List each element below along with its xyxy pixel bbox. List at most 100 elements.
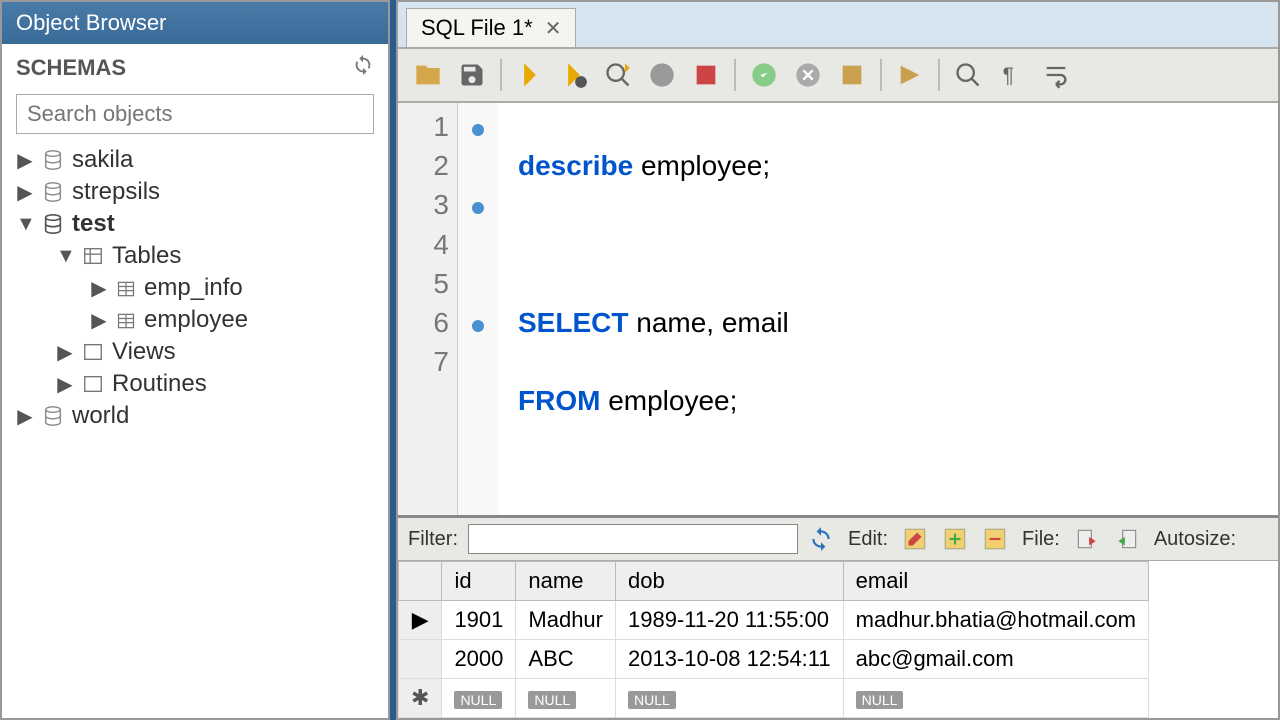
stop-button[interactable] xyxy=(642,55,682,95)
results-panel: Filter: Edit: File: Autosize: id name do… xyxy=(398,515,1278,718)
cell-null[interactable]: NULL xyxy=(442,679,516,718)
schema-strepsils[interactable]: ▶ strepsils xyxy=(16,176,388,208)
table-label: emp_info xyxy=(144,274,243,302)
expand-icon[interactable]: ▶ xyxy=(16,404,34,429)
null-badge: NULL xyxy=(454,691,502,709)
keyword: SELECT xyxy=(518,307,628,338)
invisible-chars-button[interactable]: ¶ xyxy=(992,55,1032,95)
expand-icon[interactable]: ▶ xyxy=(16,180,34,205)
expand-icon[interactable]: ▶ xyxy=(16,148,34,173)
keyword: FROM xyxy=(518,385,600,416)
expand-icon[interactable]: ▶ xyxy=(56,372,74,397)
file-label: File: xyxy=(1018,528,1064,551)
edit-row-button[interactable] xyxy=(898,522,932,556)
schema-test[interactable]: ▼ test xyxy=(16,208,388,240)
null-badge: NULL xyxy=(628,691,676,709)
search-objects-input[interactable] xyxy=(16,94,374,134)
cell-email[interactable]: abc@gmail.com xyxy=(843,640,1148,679)
data-row[interactable]: ▶ 1901 Madhur 1989-11-20 11:55:00 madhur… xyxy=(399,601,1149,640)
cell-id[interactable]: 2000 xyxy=(442,640,516,679)
folder-label: Views xyxy=(112,338,176,366)
code-text: employee; xyxy=(600,385,737,416)
views-icon xyxy=(82,341,104,363)
code-area[interactable]: describe employee; SELECT name, email FR… xyxy=(498,103,1278,515)
sql-editor[interactable]: 1234567 describe employee; SELECT name, … xyxy=(398,103,1278,515)
col-id[interactable]: id xyxy=(442,562,516,601)
expand-icon[interactable]: ▶ xyxy=(90,308,108,333)
new-row-marker: ✱ xyxy=(399,679,442,718)
table-icon xyxy=(116,310,136,330)
table-icon xyxy=(116,278,136,298)
null-badge: NULL xyxy=(856,691,904,709)
beautify-button[interactable] xyxy=(890,55,930,95)
schema-sakila[interactable]: ▶ sakila xyxy=(16,144,388,176)
collapse-icon[interactable]: ▼ xyxy=(56,245,74,268)
close-tab-icon[interactable]: ✕ xyxy=(545,16,562,41)
refresh-schemas-icon[interactable] xyxy=(352,54,374,82)
cell-null[interactable]: NULL xyxy=(615,679,843,718)
table-emp-info[interactable]: ▶ emp_info xyxy=(16,272,388,304)
add-row-button[interactable] xyxy=(938,522,972,556)
results-toolbar: Filter: Edit: File: Autosize: xyxy=(398,518,1278,561)
open-file-button[interactable] xyxy=(408,55,448,95)
save-file-button[interactable] xyxy=(452,55,492,95)
explain-button[interactable] xyxy=(598,55,638,95)
tables-icon xyxy=(82,245,104,267)
col-dob[interactable]: dob xyxy=(615,562,843,601)
execute-current-button[interactable] xyxy=(554,55,594,95)
folder-label: Routines xyxy=(112,370,207,398)
execute-button[interactable] xyxy=(510,55,550,95)
commit-button[interactable] xyxy=(744,55,784,95)
tables-folder[interactable]: ▼ Tables xyxy=(16,240,388,272)
folder-label: Tables xyxy=(112,242,181,270)
cell-null[interactable]: NULL xyxy=(516,679,616,718)
marker-dot-icon xyxy=(472,124,484,136)
delete-row-button[interactable] xyxy=(978,522,1012,556)
edit-label: Edit: xyxy=(844,528,892,551)
tab-sql-file-1[interactable]: SQL File 1* ✕ xyxy=(406,8,576,47)
expand-icon[interactable]: ▶ xyxy=(90,276,108,301)
col-name[interactable]: name xyxy=(516,562,616,601)
wrap-button[interactable] xyxy=(1036,55,1076,95)
refresh-results-button[interactable] xyxy=(804,522,838,556)
database-icon xyxy=(42,181,64,203)
tab-label: SQL File 1* xyxy=(421,15,533,41)
cell-name[interactable]: ABC xyxy=(516,640,616,679)
sql-toolbar: ¶ xyxy=(398,49,1278,103)
schema-world[interactable]: ▶ world xyxy=(16,400,388,432)
editor-panel: SQL File 1* ✕ ¶ 1234567 xyxy=(396,0,1280,720)
import-button[interactable] xyxy=(1110,522,1144,556)
cell-id[interactable]: 1901 xyxy=(442,601,516,640)
autocommit-button[interactable] xyxy=(832,55,872,95)
export-button[interactable] xyxy=(1070,522,1104,556)
collapse-icon[interactable]: ▼ xyxy=(16,213,34,236)
views-folder[interactable]: ▶ Views xyxy=(16,336,388,368)
results-grid[interactable]: id name dob email ▶ 1901 Madhur 1989-11-… xyxy=(398,561,1278,718)
new-row[interactable]: ✱ NULL NULL NULL NULL xyxy=(399,679,1149,718)
expand-icon[interactable]: ▶ xyxy=(56,340,74,365)
cell-dob[interactable]: 1989-11-20 11:55:00 xyxy=(615,601,843,640)
find-button[interactable] xyxy=(948,55,988,95)
row-marker-header xyxy=(399,562,442,601)
cell-name[interactable]: Madhur xyxy=(516,601,616,640)
cell-null[interactable]: NULL xyxy=(843,679,1148,718)
routines-folder[interactable]: ▶ Routines xyxy=(16,368,388,400)
autosize-label: Autosize: xyxy=(1150,528,1240,551)
code-text: name, email xyxy=(628,307,788,338)
table-employee[interactable]: ▶ employee xyxy=(16,304,388,336)
database-icon xyxy=(42,213,64,235)
svg-text:¶: ¶ xyxy=(1003,64,1014,87)
null-badge: NULL xyxy=(528,691,576,709)
cell-dob[interactable]: 2013-10-08 12:54:11 xyxy=(615,640,843,679)
data-row[interactable]: 2000 ABC 2013-10-08 12:54:11 abc@gmail.c… xyxy=(399,640,1149,679)
current-row-marker: ▶ xyxy=(399,601,442,640)
panel-title: Object Browser xyxy=(2,2,388,44)
statement-markers xyxy=(458,103,498,515)
row-marker xyxy=(399,640,442,679)
cell-email[interactable]: madhur.bhatia@hotmail.com xyxy=(843,601,1148,640)
filter-input[interactable] xyxy=(468,524,798,554)
rollback-button[interactable] xyxy=(788,55,828,95)
stop-execute-button[interactable] xyxy=(686,55,726,95)
col-email[interactable]: email xyxy=(843,562,1148,601)
object-browser-panel: Object Browser SCHEMAS ▶ sakila ▶ streps… xyxy=(0,0,390,720)
